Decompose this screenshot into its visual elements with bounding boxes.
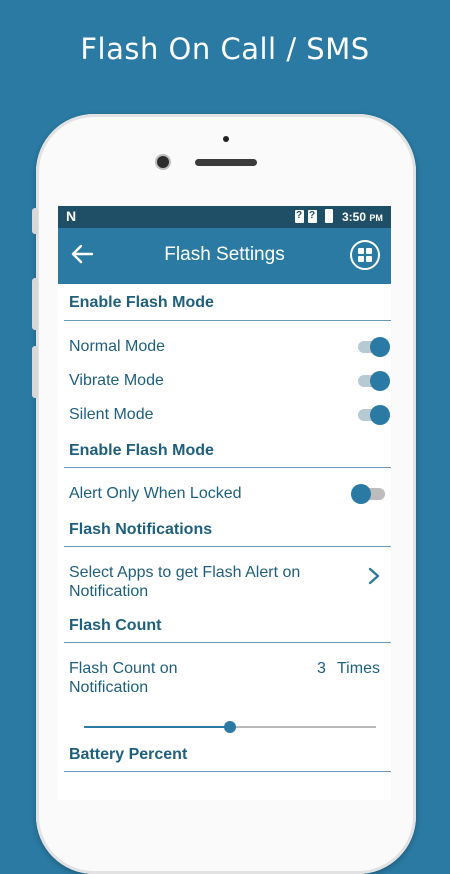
settings-list: Enable Flash Mode Normal Mode Vibrate Mo… xyxy=(58,284,391,800)
section-header-locked: Enable Flash Mode xyxy=(69,442,214,459)
divider xyxy=(64,642,391,643)
divider xyxy=(64,467,391,468)
signal-icon: ? xyxy=(308,210,317,223)
flash-count-label-line1: Flash Count on xyxy=(69,660,178,677)
volume-down-button xyxy=(32,346,38,398)
select-apps-label-line2[interactable]: Notification xyxy=(69,583,148,601)
section-header-battery: Battery Percent xyxy=(69,746,188,763)
volume-up-button xyxy=(32,278,38,330)
status-bar: N ? ? 3:50 PM xyxy=(58,206,391,228)
status-time: 3:50 PM xyxy=(342,210,383,224)
section-header-notifications: Flash Notifications xyxy=(69,521,213,538)
app-toolbar: Flash Settings xyxy=(58,228,391,284)
silent-mode-label: Silent Mode xyxy=(69,406,154,423)
divider xyxy=(64,320,391,321)
section-header-flash-count: Flash Count xyxy=(69,617,162,634)
alert-locked-toggle[interactable] xyxy=(351,484,385,504)
select-apps-label-line1[interactable]: Select Apps to get Flash Alert on xyxy=(69,564,300,582)
flash-count-value: 3 xyxy=(317,660,326,677)
side-button xyxy=(32,208,38,234)
signal-icon: ? xyxy=(295,210,304,223)
silent-mode-toggle[interactable] xyxy=(358,405,390,425)
flash-count-field[interactable] xyxy=(275,658,319,682)
toolbar-title: Flash Settings xyxy=(164,244,285,265)
notification-n-icon: N xyxy=(66,208,77,224)
grid-menu-icon[interactable] xyxy=(350,240,380,270)
flash-count-label-line2: Notification xyxy=(69,679,149,696)
slider-fill xyxy=(84,726,230,728)
phone-screen: N ? ? 3:50 PM Flash Settings Enable Flas… xyxy=(58,206,391,800)
divider xyxy=(64,546,391,547)
earpiece-speaker xyxy=(195,159,257,166)
alert-locked-label: Alert Only When Locked xyxy=(69,485,242,502)
battery-icon xyxy=(325,209,333,223)
vibrate-mode-toggle[interactable] xyxy=(358,371,390,391)
slider-thumb[interactable] xyxy=(224,721,236,733)
vibrate-mode-label: Vibrate Mode xyxy=(69,372,164,389)
normal-mode-toggle[interactable] xyxy=(358,337,390,357)
divider xyxy=(64,771,391,772)
front-camera xyxy=(157,156,169,168)
flash-count-slider[interactable] xyxy=(84,720,376,734)
chevron-right-icon[interactable] xyxy=(367,566,381,586)
promo-headline: Flash On Call / SMS xyxy=(80,32,370,66)
normal-mode-label: Normal Mode xyxy=(69,338,166,355)
front-sensor xyxy=(223,136,229,142)
section-header-flash-mode: Enable Flash Mode xyxy=(69,294,214,311)
flash-count-unit: Times xyxy=(337,660,380,677)
